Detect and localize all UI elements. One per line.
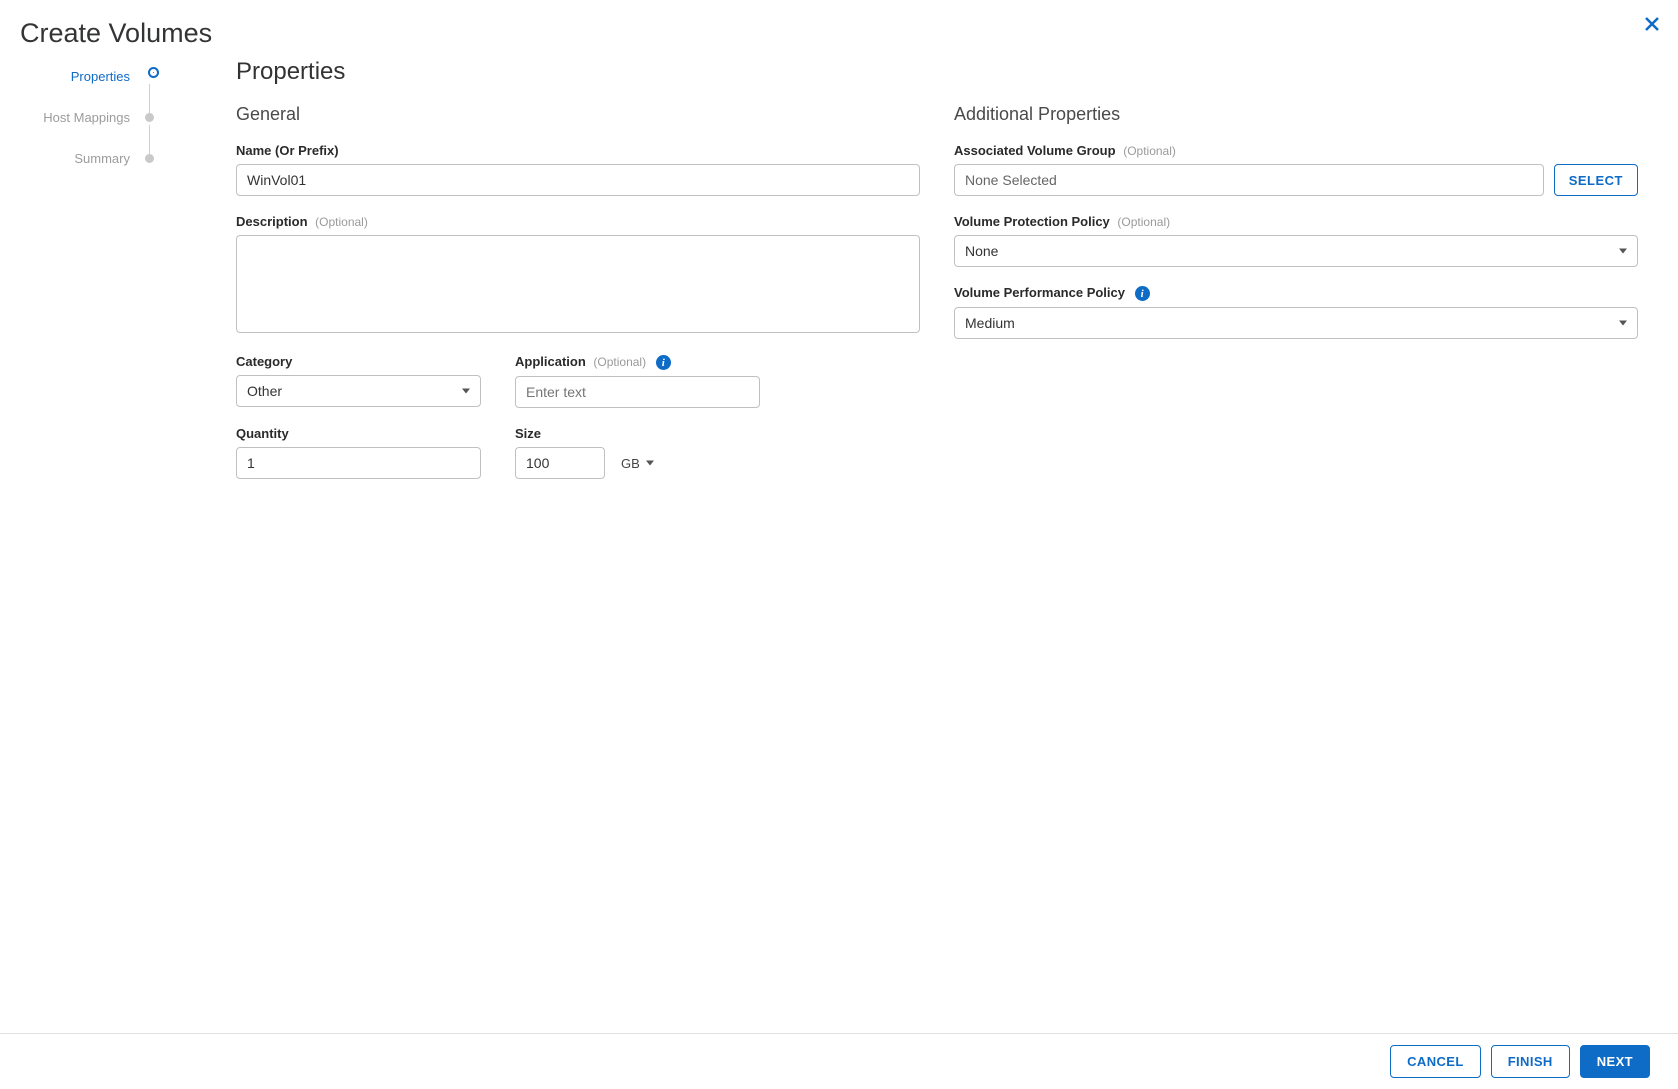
- category-field: Category Other: [236, 354, 481, 408]
- step-dot-icon: [150, 69, 157, 76]
- page-title: Properties: [236, 58, 1638, 86]
- section-title-general: General: [236, 104, 920, 125]
- next-button[interactable]: NEXT: [1580, 1045, 1650, 1078]
- description-input[interactable]: [236, 235, 920, 333]
- optional-tag: (Optional): [1123, 144, 1176, 158]
- name-input[interactable]: [236, 164, 920, 196]
- protection-policy-value: None: [965, 243, 998, 259]
- description-label: Description (Optional): [236, 214, 920, 229]
- performance-policy-field: Volume Performance Policy i Medium: [954, 285, 1638, 339]
- step-host-mappings[interactable]: Host Mappings: [0, 109, 160, 150]
- size-input[interactable]: [515, 447, 605, 479]
- optional-tag: (Optional): [593, 355, 646, 369]
- info-icon[interactable]: i: [656, 355, 671, 370]
- create-volumes-modal: Create Volumes Properties Host Mappings …: [0, 0, 1678, 1089]
- wizard-footer: CANCEL FINISH NEXT: [0, 1033, 1678, 1089]
- step-label: Summary: [74, 151, 130, 167]
- step-dot-icon: [145, 154, 154, 163]
- cancel-button[interactable]: CANCEL: [1390, 1045, 1481, 1078]
- category-label: Category: [236, 354, 481, 369]
- close-icon: [1644, 19, 1660, 35]
- quantity-field: Quantity: [236, 426, 481, 479]
- quantity-input[interactable]: [236, 447, 481, 479]
- step-label: Properties: [71, 69, 130, 85]
- optional-tag: (Optional): [1117, 215, 1170, 229]
- application-field: Application (Optional) i: [515, 354, 760, 408]
- general-section: General Name (Or Prefix) Description (Op…: [236, 104, 920, 497]
- performance-policy-select[interactable]: Medium: [954, 307, 1638, 339]
- category-select[interactable]: Other: [236, 375, 481, 407]
- category-value: Other: [247, 383, 282, 399]
- info-icon[interactable]: i: [1135, 286, 1150, 301]
- modal-title: Create Volumes: [20, 18, 212, 49]
- name-field: Name (Or Prefix): [236, 143, 920, 196]
- protection-policy-field: Volume Protection Policy (Optional) None: [954, 214, 1638, 267]
- step-summary[interactable]: Summary: [0, 150, 160, 191]
- size-label: Size: [515, 426, 760, 441]
- close-button[interactable]: [1644, 16, 1660, 35]
- step-properties[interactable]: Properties: [0, 68, 160, 109]
- size-unit-select[interactable]: GB: [621, 456, 654, 471]
- application-input[interactable]: [515, 376, 760, 408]
- name-label: Name (Or Prefix): [236, 143, 920, 158]
- volume-group-select-button[interactable]: SELECT: [1554, 164, 1638, 196]
- section-title-additional: Additional Properties: [954, 104, 1638, 125]
- performance-policy-label: Volume Performance Policy i: [954, 285, 1638, 301]
- content-area: Properties General Name (Or Prefix) Desc…: [236, 50, 1638, 497]
- quantity-label: Quantity: [236, 426, 481, 441]
- protection-policy-label: Volume Protection Policy (Optional): [954, 214, 1638, 229]
- description-field: Description (Optional): [236, 214, 920, 336]
- performance-policy-value: Medium: [965, 315, 1015, 331]
- step-dot-icon: [145, 113, 154, 122]
- application-label: Application (Optional) i: [515, 354, 760, 370]
- protection-policy-select[interactable]: None: [954, 235, 1638, 267]
- volume-group-label: Associated Volume Group (Optional): [954, 143, 1638, 158]
- finish-button[interactable]: FINISH: [1491, 1045, 1570, 1078]
- volume-group-display: [954, 164, 1544, 196]
- volume-group-field: Associated Volume Group (Optional) SELEC…: [954, 143, 1638, 196]
- step-label: Host Mappings: [43, 110, 130, 126]
- size-field: Size GB: [515, 426, 760, 479]
- wizard-stepper: Properties Host Mappings Summary: [0, 68, 160, 191]
- optional-tag: (Optional): [315, 215, 368, 229]
- additional-section: Additional Properties Associated Volume …: [954, 104, 1638, 497]
